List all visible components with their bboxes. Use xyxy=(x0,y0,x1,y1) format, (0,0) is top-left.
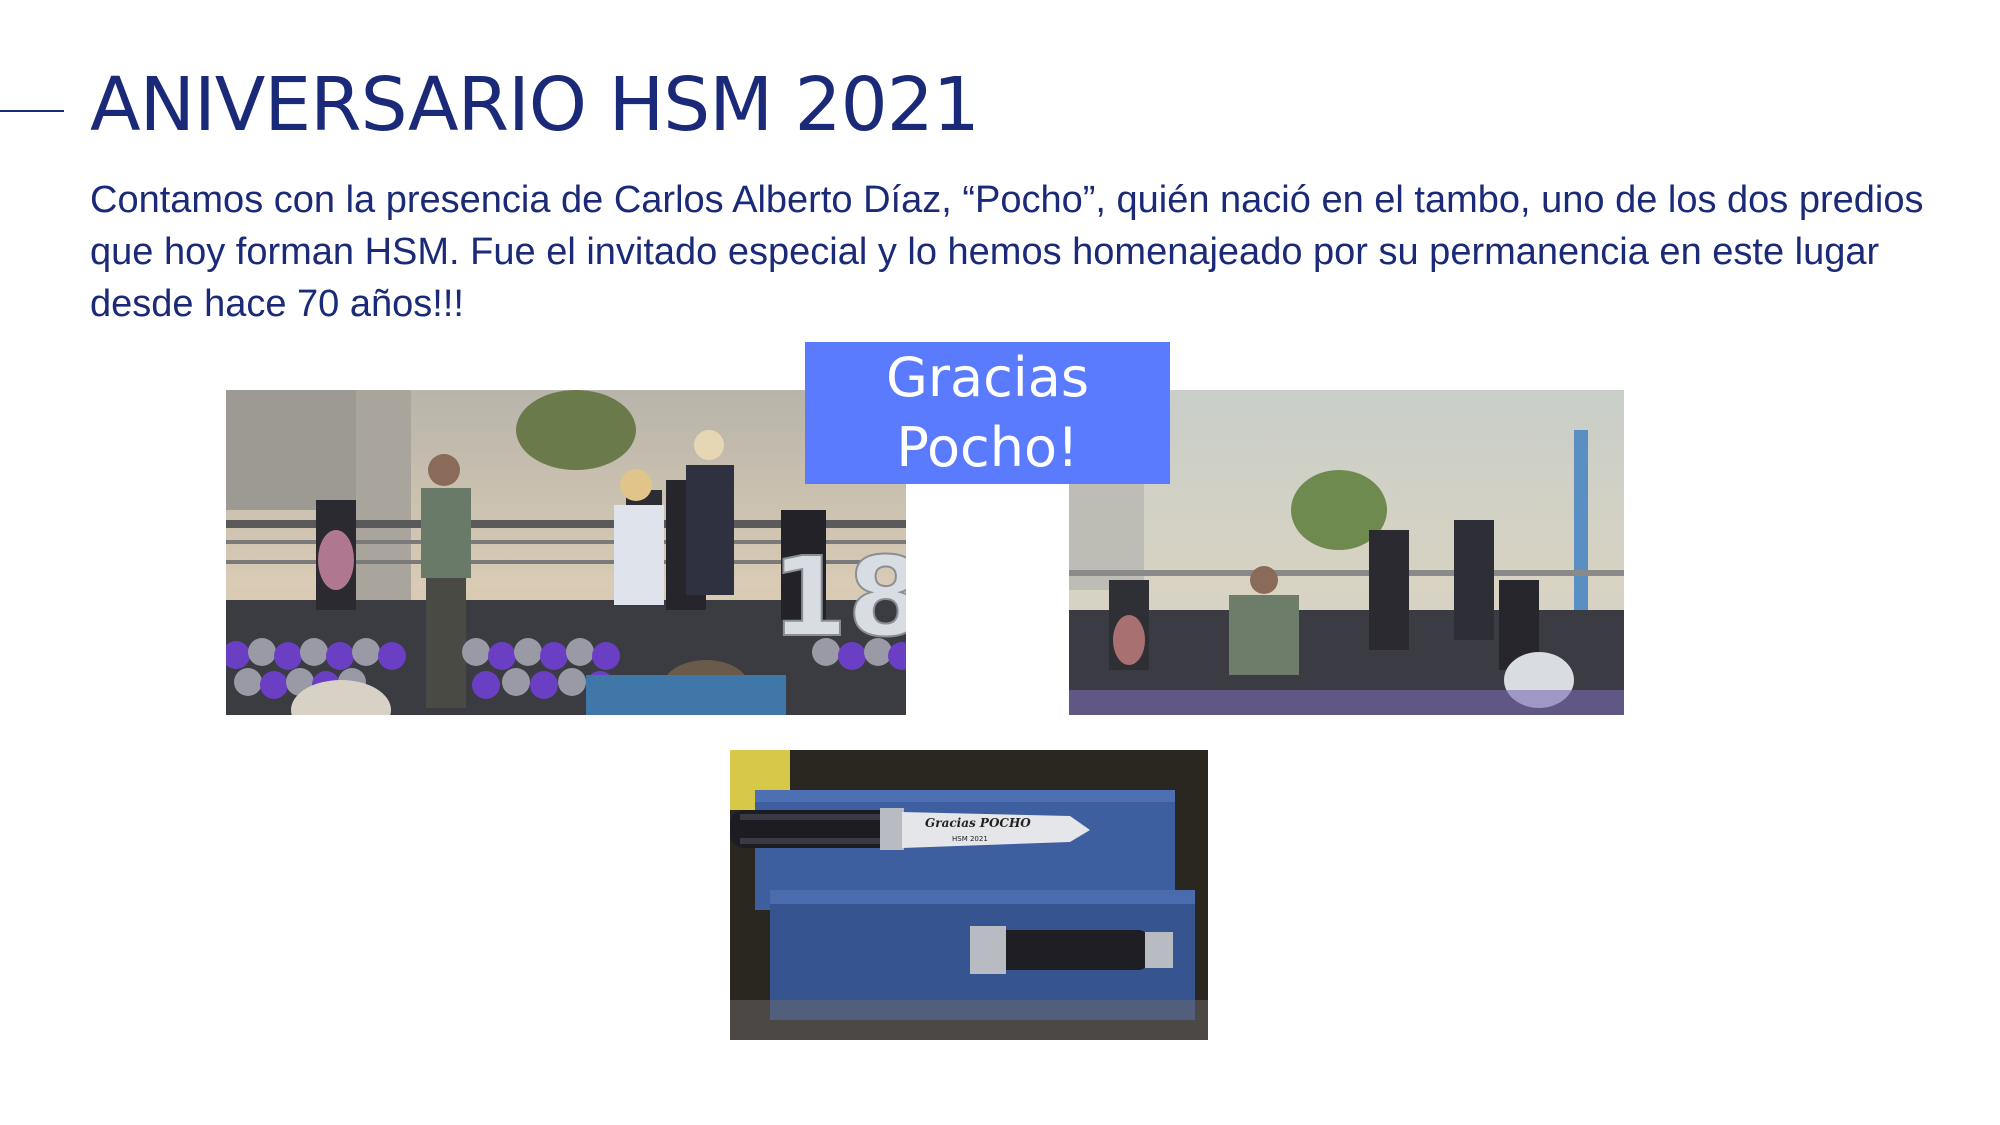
thanks-callout-line-2: Pocho! xyxy=(896,416,1079,479)
knife-engraving-line-2: HSM 2021 xyxy=(952,835,988,843)
knife-engraving-line-1: Gracias POCHO xyxy=(925,816,1031,830)
photo-knife-gift: Gracias POCHO HSM 2021 xyxy=(730,750,1208,1040)
title-accent-line xyxy=(0,110,64,112)
slide-body-text: Contamos con la presencia de Carlos Albe… xyxy=(90,179,1924,325)
thanks-callout-line-1: Gracias xyxy=(885,346,1090,409)
thanks-callout: Gracias Pocho! xyxy=(805,342,1170,484)
photo-stage-honoree: 18 xyxy=(226,390,906,715)
slide-title: ANIVERSARIO HSM 2021 xyxy=(90,62,980,148)
